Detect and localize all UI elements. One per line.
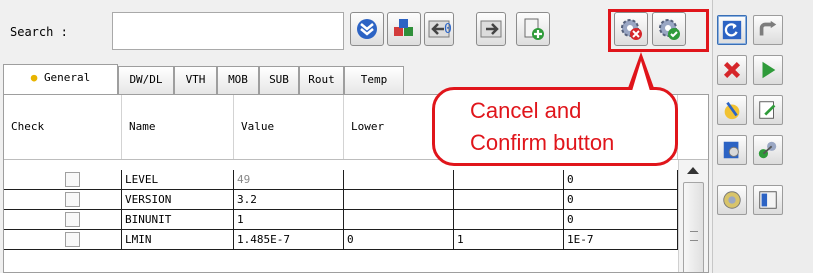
column-header-value[interactable]: Value [234, 95, 344, 159]
name-cell: BINUNIT [122, 210, 234, 230]
upper-cell[interactable]: 1 [454, 230, 564, 250]
clean-button[interactable] [717, 95, 747, 125]
tab-temp[interactable]: Temp [344, 66, 404, 94]
delete-button[interactable] [717, 55, 747, 85]
next-arrow-icon [480, 20, 502, 38]
search-label: Search : [10, 25, 68, 39]
tools-icon [723, 191, 741, 209]
edit-note-icon [759, 101, 776, 119]
value-cell[interactable]: 1.485E-7 [234, 230, 344, 250]
row-checkbox[interactable] [65, 232, 80, 247]
scrollbar-thumb[interactable] [683, 182, 704, 272]
tab-label: SUB [269, 73, 289, 86]
next-button[interactable] [476, 12, 506, 46]
annotation-text: Cancel and Confirm button [470, 95, 690, 159]
redo-icon [759, 20, 777, 36]
row-checkbox[interactable] [65, 212, 80, 227]
report-icon [759, 191, 777, 209]
tab-mob[interactable]: MOB [217, 66, 259, 94]
search-input[interactable] [112, 12, 344, 50]
tab-label: Temp [360, 73, 388, 86]
annotation-line-2: Confirm button [470, 130, 615, 155]
upper-cell[interactable] [454, 190, 564, 210]
lower-cell[interactable] [344, 190, 454, 210]
network-button[interactable] [753, 135, 783, 165]
value-cell[interactable]: 3.2 [234, 190, 344, 210]
row-checkbox[interactable] [65, 192, 80, 207]
name-cell: VERSION [122, 190, 234, 210]
tab-label: DW/DL [129, 73, 163, 86]
run-button[interactable] [753, 55, 783, 85]
row-checkbox[interactable] [65, 172, 80, 187]
default-cell[interactable]: 1E-7 [564, 230, 678, 250]
column-header-name[interactable]: Name [122, 95, 234, 159]
scroll-up-arrow-icon[interactable] [687, 167, 699, 174]
redo-button[interactable] [753, 15, 783, 45]
check-cell [4, 230, 122, 250]
scroll-down-icon [357, 19, 377, 39]
tab-label: Rout [308, 73, 335, 86]
main-pane: Search : 0 ● General DW/DL VTH MOB SUB R… [0, 0, 712, 273]
vertical-scrollbar[interactable] [678, 160, 708, 272]
cancel-confirm-highlight [608, 9, 709, 52]
clean-brush-icon [724, 101, 740, 120]
upper-cell[interactable] [454, 210, 564, 230]
settings-icon [723, 141, 739, 159]
value-cell[interactable]: 1 [234, 210, 344, 230]
add-document-icon [524, 18, 544, 40]
side-toolbar [712, 0, 813, 273]
column-header-check[interactable]: Check [4, 95, 122, 159]
play-icon [762, 61, 776, 79]
check-cell [4, 190, 122, 210]
load-cubes-icon [394, 19, 413, 36]
table-row: LEVEL 49 0 [4, 170, 708, 190]
upper-cell[interactable] [454, 170, 564, 190]
lower-cell[interactable]: 0 [344, 230, 454, 250]
value-cell[interactable]: 49 [234, 170, 344, 190]
default-cell[interactable]: 0 [564, 190, 678, 210]
lower-cell[interactable] [344, 210, 454, 230]
table-row: BINUNIT 1 0 [4, 210, 708, 230]
bulb-icon: ● [30, 71, 38, 84]
tab-dw-dl[interactable]: DW/DL [118, 66, 174, 94]
lower-cell[interactable] [344, 170, 454, 190]
tab-sub[interactable]: SUB [259, 66, 299, 94]
default-cell[interactable]: 0 [564, 210, 678, 230]
load-button[interactable] [387, 12, 421, 46]
tab-label: VTH [185, 73, 206, 86]
network-icon [758, 141, 777, 159]
settings-button[interactable] [717, 135, 747, 165]
tab-vth[interactable]: VTH [174, 66, 217, 94]
table-row: VERSION 3.2 0 [4, 190, 708, 210]
record-counter: 0 [444, 22, 452, 37]
scroll-down-button[interactable] [350, 12, 384, 46]
annotation-line-1: Cancel and [470, 98, 582, 123]
refresh-icon [722, 20, 742, 40]
refresh-button[interactable] [717, 15, 747, 45]
tab-rout[interactable]: Rout [299, 66, 344, 94]
check-cell [4, 210, 122, 230]
tab-general[interactable]: ● General [3, 64, 118, 95]
table-row: LMIN 1.485E-7 0 1 1E-7 [4, 230, 708, 250]
name-cell: LEVEL [122, 170, 234, 190]
name-cell: LMIN [122, 230, 234, 250]
callout-pointer-fill [632, 61, 650, 91]
default-cell[interactable]: 0 [564, 170, 678, 190]
delete-icon [723, 61, 741, 79]
grip-icon [690, 231, 698, 241]
edit-button[interactable] [753, 95, 783, 125]
add-document-button[interactable] [516, 12, 550, 46]
tab-label: General [43, 71, 91, 84]
check-cell [4, 170, 122, 190]
report-button[interactable] [753, 185, 783, 215]
tools-button[interactable] [717, 185, 747, 215]
tab-label: MOB [228, 73, 248, 86]
